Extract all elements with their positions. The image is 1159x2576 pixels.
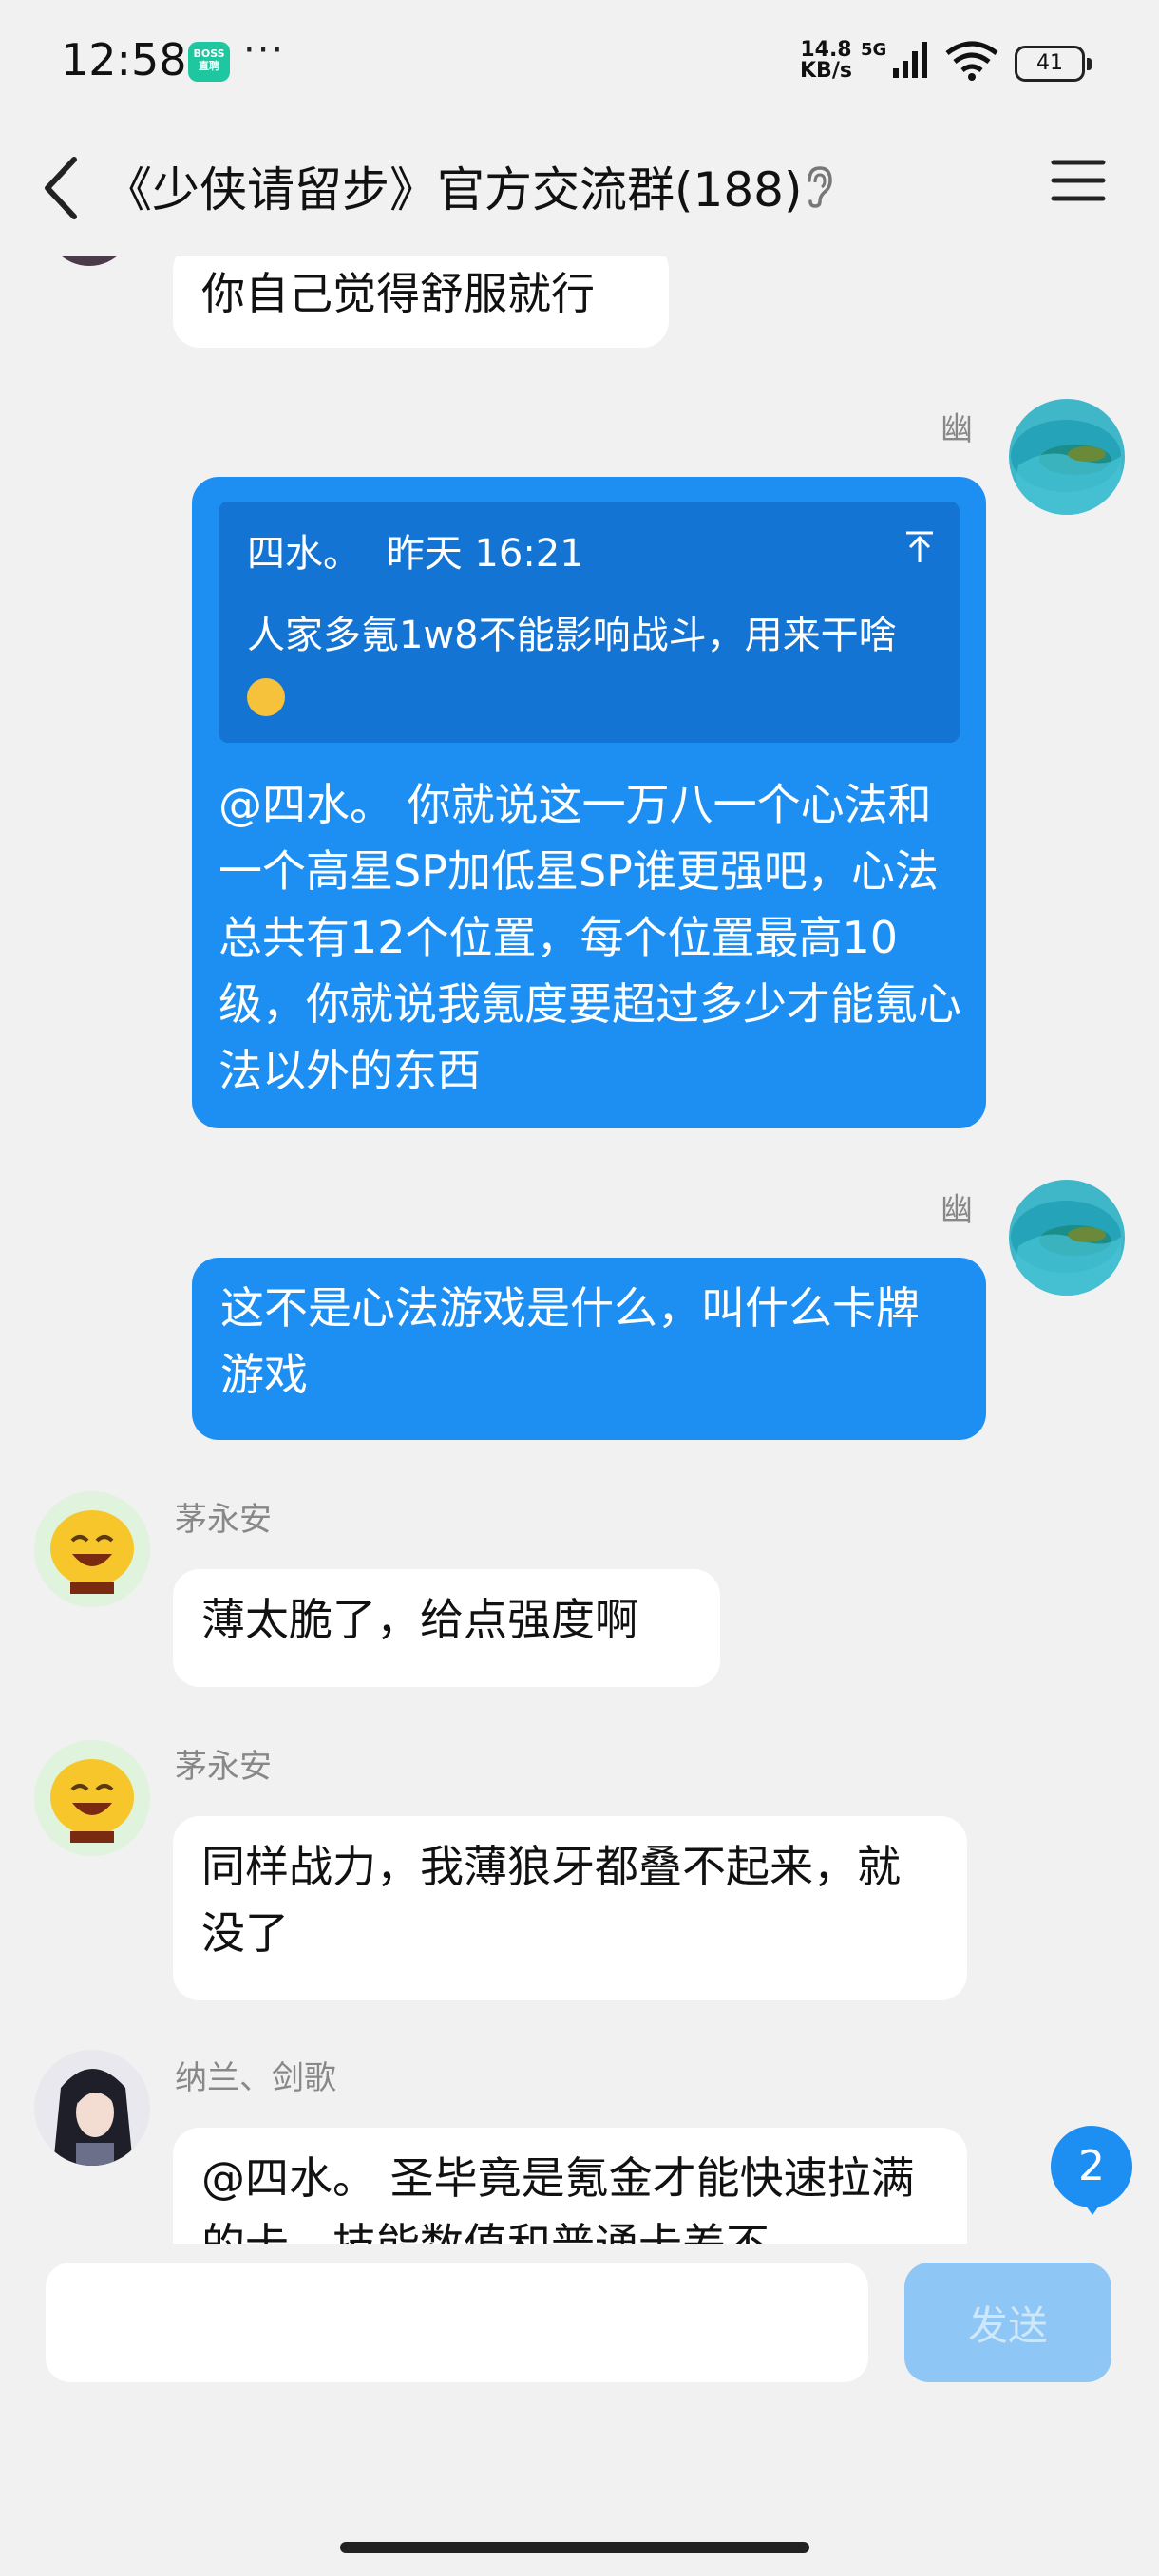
chat-header: 《少侠请留步》官方交流群(188) xyxy=(0,123,1159,256)
input-area: 发送 xyxy=(0,2244,1159,2576)
more-notifications-icon: ··· xyxy=(243,28,286,72)
quote-author: 四水。 xyxy=(247,532,361,576)
message-text: @四水。 你就说这一万八一个心法和一个高星SP加低星SP谁更强吧，心法总共有12… xyxy=(218,779,961,1096)
quoted-message[interactable]: 四水。 昨天 16:21 人家多氪1w8不能影响战斗，用来干啥 xyxy=(218,502,960,743)
avatar-smiley-image xyxy=(34,1491,150,1607)
avatar[interactable] xyxy=(1009,1180,1125,1296)
boss-app-icon: BOSS 直聘 xyxy=(188,42,230,82)
send-button[interactable]: 发送 xyxy=(904,2263,1112,2382)
status-time: 12:58 xyxy=(61,34,187,85)
message-bubble[interactable]: 同样战力，我薄狼牙都叠不起来，就没了 xyxy=(173,1816,967,2000)
message-text: 薄太脆了，给点强度啊 xyxy=(201,1594,638,1645)
home-indicator[interactable] xyxy=(340,2542,809,2553)
sender-name: 纳兰、剑歌 xyxy=(175,2059,336,2097)
sender-name: 幽 xyxy=(940,410,973,448)
avatar-lake-image xyxy=(1009,399,1125,515)
back-arrow-icon[interactable] xyxy=(38,152,86,224)
sender-name: 茅永安 xyxy=(175,1748,272,1786)
svg-text:5G: 5G xyxy=(861,40,886,60)
avatar-lake-image xyxy=(1009,1180,1125,1296)
menu-icon[interactable] xyxy=(1051,158,1106,203)
chat-message-list[interactable]: 你自己觉得舒服就行 幽 四水。 昨天 16:21 人家多氪1w8不能影响战斗，用… xyxy=(0,0,1159,2244)
message-text: @四水。 圣毕竟是氪金才能快速拉满的卡，技能数值和普通卡差不 xyxy=(201,2152,915,2244)
avatar[interactable] xyxy=(34,2050,150,2166)
network-speed: 14.8 KB/s xyxy=(800,38,852,83)
avatar[interactable] xyxy=(34,1491,150,1607)
cellular-signal-icon: 5G xyxy=(861,40,927,78)
message-text: 同样战力，我薄狼牙都叠不起来，就没了 xyxy=(201,1841,901,1959)
unread-messages-badge[interactable]: 2 xyxy=(1051,2126,1132,2215)
battery-indicator: 41 xyxy=(1015,46,1092,82)
message-input[interactable] xyxy=(46,2263,868,2382)
quote-text: 人家多氪1w8不能影响战斗，用来干啥 xyxy=(247,614,897,657)
avatar[interactable] xyxy=(34,1740,150,1856)
message-bubble[interactable]: 薄太脆了，给点强度啊 xyxy=(173,1569,720,1687)
message-text: 你自己觉得舒服就行 xyxy=(201,268,595,319)
avatar-smiley-image xyxy=(34,1740,150,1856)
sender-name: 茅永安 xyxy=(175,1501,272,1539)
chat-title[interactable]: 《少侠请留步》官方交流群(188) xyxy=(104,152,802,220)
jump-to-top-icon[interactable] xyxy=(904,530,935,564)
status-bar: 12:58 BOSS 直聘 ··· 14.8 KB/s 5G 41 xyxy=(0,0,1159,123)
avatar-character-image xyxy=(34,2050,150,2166)
sender-name: 幽 xyxy=(940,1191,973,1229)
avatar[interactable] xyxy=(1009,399,1125,515)
message-bubble[interactable]: 这不是心法游戏是什么，叫什么卡牌游戏 xyxy=(192,1258,986,1440)
message-bubble[interactable]: 你自己觉得舒服就行 xyxy=(173,243,669,348)
ear-icon[interactable] xyxy=(804,165,834,209)
message-bubble[interactable]: @四水。 圣毕竟是氪金才能快速拉满的卡，技能数值和普通卡差不 xyxy=(173,2128,967,2244)
quote-time: 昨天 16:21 xyxy=(386,532,584,576)
wifi-icon xyxy=(945,41,998,81)
grinning-emoji-icon xyxy=(247,678,285,716)
message-text: 这不是心法游戏是什么，叫什么卡牌游戏 xyxy=(220,1282,920,1400)
